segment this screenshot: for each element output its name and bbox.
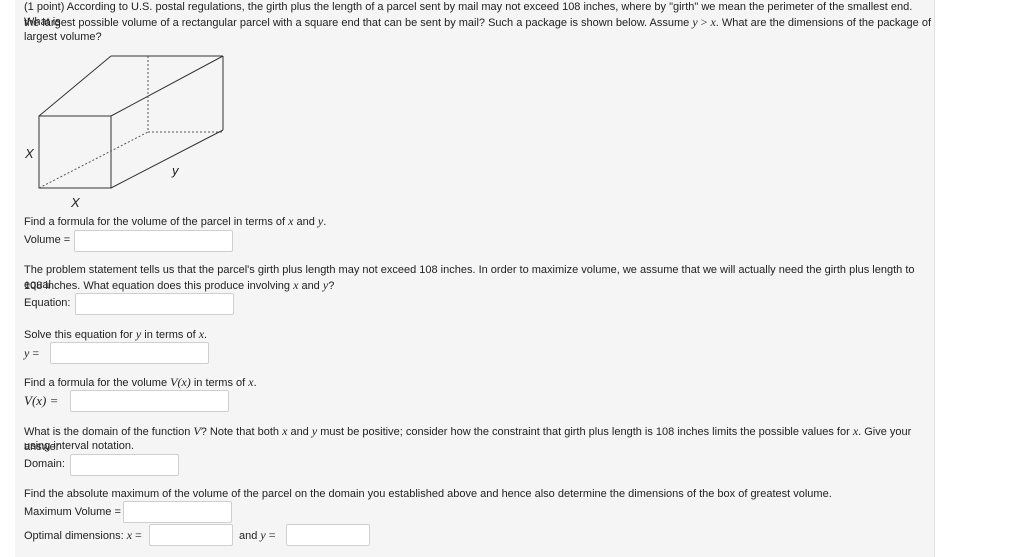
volume-input[interactable] [74,230,233,252]
part5-line-2: using interval notation. [24,440,135,452]
problem-panel: (1 point) According to U.S. postal regul… [15,0,935,557]
label-depth-y: y [171,163,180,178]
optimal-dimensions-label: Optimal dimensions: x = [24,528,142,542]
vx-label: V(x) = [24,393,59,408]
volume-label: Volume = [24,234,71,246]
part2-line-2: 108 inches. What equation does this prod… [24,278,335,292]
parcel-front-face [38,115,112,189]
vx-input[interactable] [70,390,229,412]
part3-prompt: Solve this equation for y in terms of x. [24,327,208,341]
equation-input[interactable] [75,293,234,315]
domain-label: Domain: [24,458,65,470]
optimal-x-input[interactable] [149,524,233,546]
part5-line-1: What is the domain of the function V? No… [24,424,912,453]
y-equals-label: y = [24,346,40,360]
part1-prompt: Find a formula for the volume of the par… [24,214,327,228]
and-y-label: and y = [239,528,276,542]
parcel-diagram: X X y [24,55,224,210]
label-bottom-x: X [70,195,81,210]
part4-prompt: Find a formula for the volume V(x) in te… [24,375,257,389]
intro-line-3: largest volume? [24,31,102,43]
max-volume-label: Maximum Volume = [24,506,121,518]
intro-line-2: the largest possible volume of a rectang… [24,15,932,29]
y-solution-input[interactable] [50,342,209,364]
domain-input[interactable] [70,454,179,476]
part6-prompt: Find the absolute maximum of the volume … [24,488,832,500]
max-volume-input[interactable] [123,501,232,523]
optimal-y-input[interactable] [286,524,370,546]
equation-label: Equation: [24,297,71,309]
hidden-edge-diagonal [38,131,149,189]
label-left-x: X [24,146,35,161]
